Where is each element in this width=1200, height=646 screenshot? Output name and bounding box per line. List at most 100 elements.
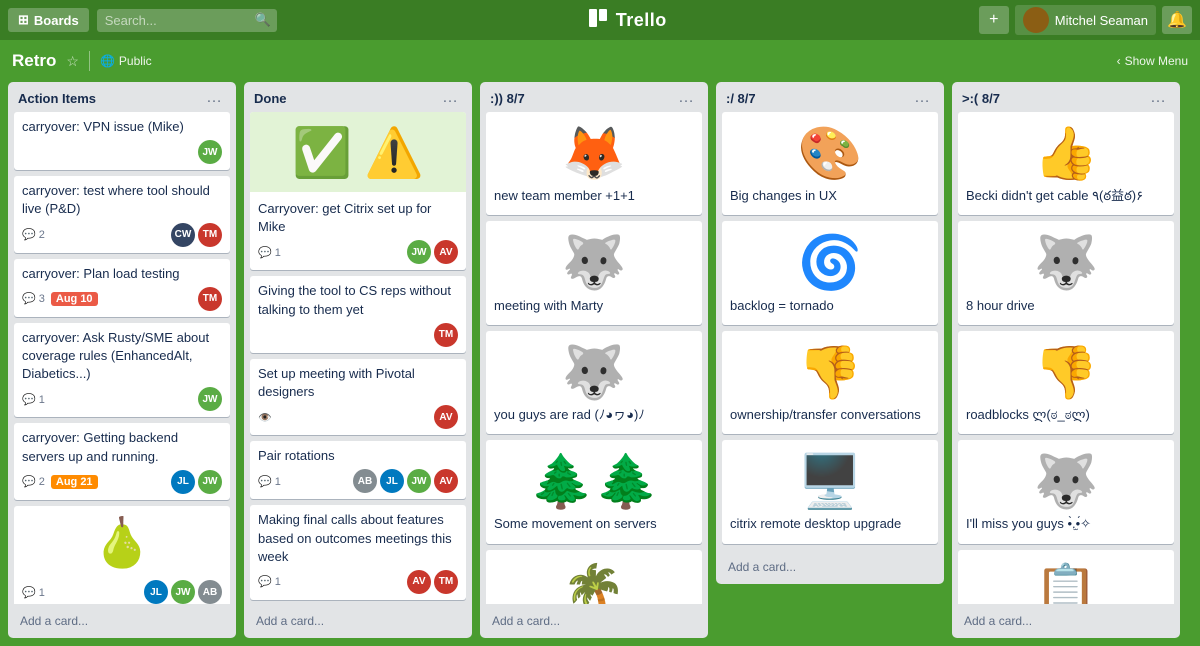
- search-input[interactable]: [97, 9, 277, 32]
- trello-wordmark: Trello: [616, 10, 667, 31]
- table-row[interactable]: 🦊new team member +1+1: [486, 112, 702, 215]
- table-row[interactable]: 👎roadblocks ლ(ಠ_ಠლ): [958, 331, 1174, 434]
- table-row[interactable]: 🐺I'll miss you guys •̀.̫•́✧: [958, 440, 1174, 543]
- table-row[interactable]: 🌲🌲Some movement on servers: [486, 440, 702, 543]
- member-avatar-AV: AV: [434, 240, 458, 264]
- card-emoji: 🖥️: [730, 446, 930, 515]
- table-row[interactable]: 👍Becki didn't get cable ٩(ఠ益ఠ)۶: [958, 112, 1174, 215]
- table-row[interactable]: 🎨Big changes in UX: [722, 112, 938, 215]
- boards-label: Boards: [34, 13, 79, 28]
- list-positive: :)) 8/7 … 🦊new team member +1+1🐺meeting wi…: [480, 82, 708, 638]
- table-row[interactable]: 🐺meeting with Marty: [486, 221, 702, 324]
- add-button[interactable]: +: [979, 6, 1009, 34]
- card-meta: 💬 2 CWTM: [22, 223, 222, 247]
- card-due-date: Aug 21: [51, 475, 98, 489]
- add-card-button-negative[interactable]: Add a card...: [960, 610, 1172, 632]
- card-comment-count: 💬 1: [258, 475, 281, 488]
- list-header-positive: :)) 8/7 …: [480, 82, 708, 112]
- card-emoji: 🎨: [730, 118, 930, 187]
- board-content: Action Items…carryover: VPN issue (Mike)…: [0, 82, 1200, 646]
- card-text: Pair rotations: [258, 447, 458, 465]
- add-card-button-meh[interactable]: Add a card...: [724, 556, 936, 578]
- grid-icon: ⊞: [18, 12, 29, 28]
- user-name: Mitchel Seaman: [1055, 13, 1148, 28]
- list-menu-button-done[interactable]: …: [438, 90, 462, 106]
- card-meta: 💬 1ABJLJWAV: [258, 469, 458, 493]
- list-menu-button-action-items[interactable]: …: [202, 90, 226, 106]
- member-avatar-JW: JW: [407, 240, 431, 264]
- card-meta: 💬 1JWAV: [258, 240, 458, 264]
- table-row[interactable]: Giving the tool to CS reps without talki…: [250, 276, 466, 352]
- card-text: Becki didn't get cable ٩(ఠ益ఠ)۶: [966, 187, 1166, 205]
- card-emoji: 🐺: [494, 337, 694, 406]
- chevron-left-icon: ‹: [1117, 54, 1121, 68]
- card-members: TM: [198, 287, 222, 311]
- list-footer-action-items: Add a card...: [8, 604, 236, 638]
- star-icon[interactable]: ☆: [66, 53, 79, 70]
- card-text: Some movement on servers: [494, 515, 694, 533]
- list-header-meh: :/ 8/7 …: [716, 82, 944, 112]
- list-title-meh: :/ 8/7: [726, 91, 756, 106]
- card-emoji: 🌀: [730, 227, 930, 296]
- table-row[interactable]: carryover: test where tool should live (…: [14, 176, 230, 252]
- add-card-button-action-items[interactable]: Add a card...: [16, 610, 228, 632]
- card-emoji: 🌴: [494, 556, 694, 605]
- card-text: carryover: VPN issue (Mike): [22, 118, 222, 136]
- member-avatar-JL: JL: [144, 580, 168, 604]
- member-avatar-AB: AB: [198, 580, 222, 604]
- list-menu-button-positive[interactable]: …: [674, 90, 698, 106]
- card-emoji: 🦊: [494, 118, 694, 187]
- card-comment-count: 💬 2: [22, 228, 45, 241]
- member-avatar-TM: TM: [434, 323, 458, 347]
- card-emoji: 📋: [966, 556, 1166, 605]
- table-row[interactable]: carryover: Ask Rusty/SME about coverage …: [14, 323, 230, 418]
- list-meh: :/ 8/7…🎨Big changes in UX🌀backlog = torn…: [716, 82, 944, 584]
- card-text: Big changes in UX: [730, 187, 930, 205]
- table-row[interactable]: 👎ownership/transfer conversations: [722, 331, 938, 434]
- list-menu-button-meh[interactable]: …: [910, 90, 934, 106]
- table-row[interactable]: ✅⚠️Carryover: get Citrix set up for Mike…: [250, 112, 466, 270]
- table-row[interactable]: Making final calls about features based …: [250, 505, 466, 600]
- search-wrap: 🔍: [97, 9, 277, 32]
- table-row[interactable]: 🌀backlog = tornado: [722, 221, 938, 324]
- table-row[interactable]: Pair rotations 💬 1ABJLJWAV: [250, 441, 466, 499]
- card-emoji: 🐺: [966, 446, 1166, 515]
- table-row[interactable]: 🌴vacation: [486, 550, 702, 605]
- table-row[interactable]: carryover: VPN issue (Mike) JW: [14, 112, 230, 170]
- list-menu-button-negative[interactable]: …: [1146, 90, 1170, 106]
- card-cover: ✅⚠️: [250, 112, 466, 192]
- list-footer-meh: Add a card...: [716, 550, 944, 584]
- card-members: JLJWAB: [144, 580, 222, 604]
- list-title-negative: >:( 8/7: [962, 91, 1000, 106]
- user-menu-button[interactable]: Mitchel Seaman: [1015, 5, 1156, 35]
- card-watch-icon: 👁️: [258, 411, 272, 424]
- table-row[interactable]: Set up meeting with Pivotal designers👁️A…: [250, 359, 466, 435]
- card-members: CWTM: [171, 223, 222, 247]
- show-menu-button[interactable]: ‹ Show Menu: [1117, 54, 1188, 68]
- card-meta: 💬 2Aug 21JLJW: [22, 470, 222, 494]
- table-row[interactable]: 📋Justin lot's of meetings,emails and for…: [958, 550, 1174, 605]
- header-divider: [89, 51, 90, 71]
- card-members: JW: [198, 140, 222, 164]
- card-text: carryover: Ask Rusty/SME about coverage …: [22, 329, 222, 384]
- list-header-negative: >:( 8/7 …: [952, 82, 1180, 112]
- list-title-positive: :)) 8/7: [490, 91, 525, 106]
- board-title: Retro: [12, 51, 56, 71]
- table-row[interactable]: 🖥️citrix remote desktop upgrade: [722, 440, 938, 543]
- card-meta: 👁️AV: [258, 405, 458, 429]
- table-row[interactable]: 🍐💬 1JLJWAB: [14, 506, 230, 604]
- table-row[interactable]: 🐺you guys are rad (ﾉ◕ヮ◕)ﾉ: [486, 331, 702, 434]
- card-comment-count: 💬 2: [22, 475, 45, 488]
- boards-button[interactable]: ⊞ Boards: [8, 8, 89, 32]
- card-emoji: 🌲🌲: [494, 446, 694, 515]
- card-text: Making final calls about features based …: [258, 511, 458, 566]
- notification-button[interactable]: 🔔: [1162, 6, 1192, 34]
- table-row[interactable]: 🐺8 hour drive: [958, 221, 1174, 324]
- add-card-button-positive[interactable]: Add a card...: [488, 610, 700, 632]
- member-avatar-JL: JL: [380, 469, 404, 493]
- table-row[interactable]: carryover: Plan load testing💬 3Aug 10TM: [14, 259, 230, 317]
- add-card-button-done[interactable]: Add a card...: [252, 610, 464, 632]
- card-emoji: 🐺: [494, 227, 694, 296]
- table-row[interactable]: carryover: Getting backend servers up an…: [14, 423, 230, 499]
- card-comment-count: 💬 1: [22, 393, 45, 406]
